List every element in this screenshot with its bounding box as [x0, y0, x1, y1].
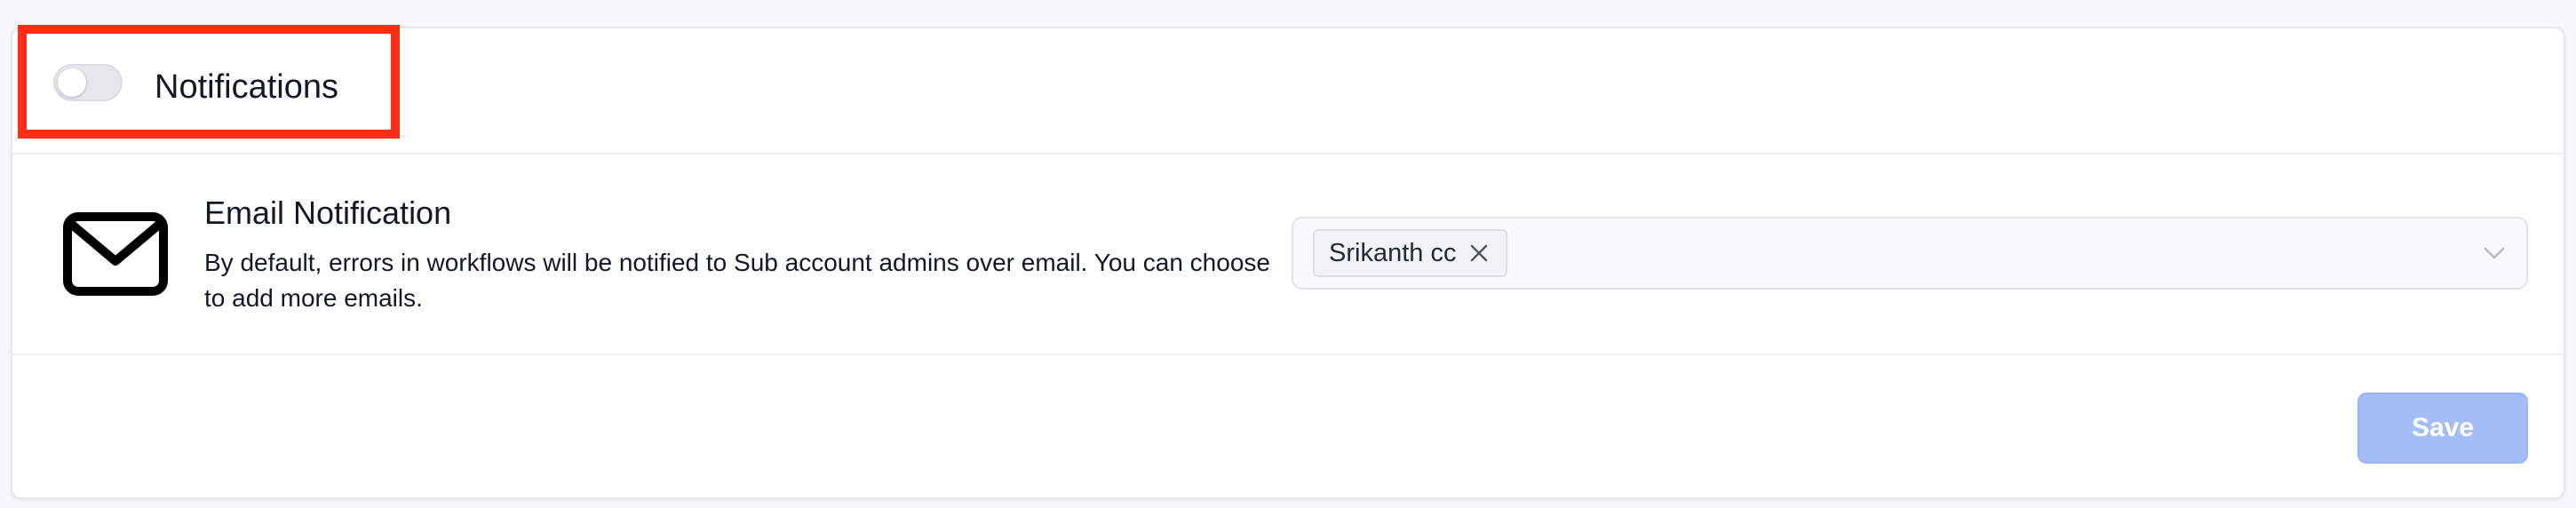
recipient-tag: Srikanth cc — [1313, 229, 1508, 277]
mail-icon — [63, 212, 168, 296]
close-icon[interactable] — [1468, 242, 1490, 264]
email-notification-title: Email Notification — [204, 194, 452, 231]
notifications-title: Notifications — [155, 68, 338, 106]
notifications-toggle[interactable] — [53, 64, 123, 101]
recipient-tag-label: Srikanth cc — [1329, 238, 1457, 267]
chevron-down-icon[interactable] — [2482, 243, 2507, 263]
notifications-header: Notifications — [12, 25, 2564, 155]
email-notification-row: Email Notification By default, errors in… — [12, 153, 2564, 355]
save-button[interactable]: Save — [2357, 393, 2528, 464]
toggle-knob — [58, 68, 86, 97]
email-notification-description: By default, errors in workflows will be … — [204, 249, 1270, 312]
notification-settings-card: Notifications Email Notification By defa… — [11, 25, 2565, 499]
email-recipients-select[interactable]: Srikanth cc — [1292, 217, 2528, 290]
